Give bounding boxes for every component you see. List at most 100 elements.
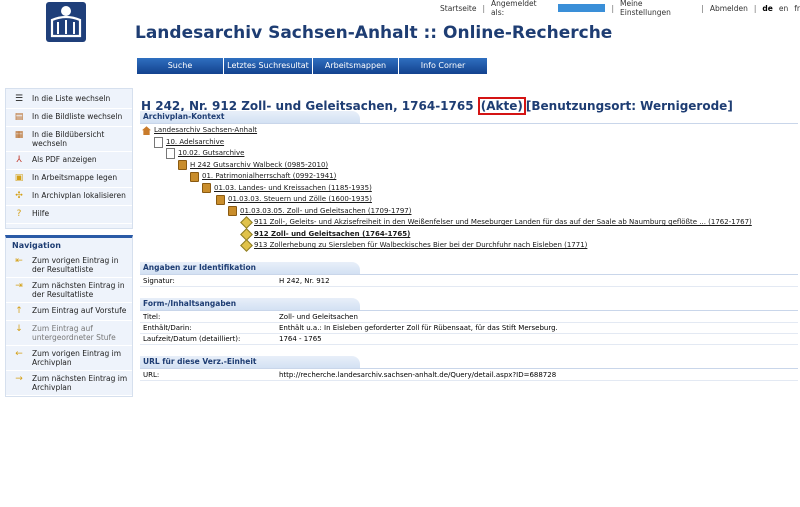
divider xyxy=(140,310,798,311)
field-label: Signatur: xyxy=(143,277,175,285)
folder-icon xyxy=(202,183,211,194)
logout-link[interactable]: Abmelden xyxy=(710,4,748,13)
main-nav: Suche Letztes Suchresultat Arbeitsmappen… xyxy=(137,58,487,74)
identifikation-table: Signatur: H 242, Nr. 912 xyxy=(140,276,798,287)
sidebar-item-arbeitsmappe[interactable]: ▣ In Arbeitsmappe legen xyxy=(6,170,132,188)
list-icon: ☰ xyxy=(14,93,24,104)
actions-section: ☰ In die Liste wechseln ▤ In die Bildlis… xyxy=(5,88,133,229)
tree-node-label[interactable]: 01.03. Landes- und Kreissachen (1185-193… xyxy=(214,183,372,195)
tree-node-label[interactable]: 01.03.03. Steuern und Zölle (1600-1935) xyxy=(228,194,372,206)
next-result-icon: ⇥ xyxy=(15,280,23,291)
record-diamond-icon xyxy=(240,239,253,253)
tree-node-current[interactable]: 912 Zoll- und Geleitsachen (1764-1765) xyxy=(142,227,752,241)
sidebar-item-bildliste[interactable]: ▤ In die Bildliste wechseln xyxy=(6,109,132,127)
tree-node[interactable]: 913 Zollerhebung zu Siersleben für Walbe… xyxy=(142,239,752,253)
tree-node[interactable]: 01.03. Landes- und Kreissachen (1185-193… xyxy=(142,183,752,195)
tree-node-label[interactable]: 911 Zoll-, Geleits- und Akzisefreiheit i… xyxy=(254,217,752,229)
folder-add-icon: ▣ xyxy=(14,172,24,183)
divider xyxy=(140,274,798,275)
inhalt-table: Titel: Zoll- und Geleitsachen Enthält/Da… xyxy=(140,312,798,345)
lang-fr-link[interactable]: fr xyxy=(794,4,800,13)
permalink-url[interactable]: http://recherche.landesarchiv.sachsen-an… xyxy=(279,370,798,380)
divider xyxy=(140,368,798,369)
tree-node[interactable]: Landesarchiv Sachsen-Anhalt xyxy=(142,125,752,137)
tree-node[interactable]: 01.03.03. Steuern und Zölle (1600-1935) xyxy=(142,194,752,206)
document-icon xyxy=(154,136,163,148)
help-icon: ? xyxy=(16,208,22,219)
tree-node[interactable]: 911 Zoll-, Geleits- und Akzisefreiheit i… xyxy=(142,216,752,230)
settings-link[interactable]: Meine Einstellungen xyxy=(620,0,695,17)
separator: | xyxy=(753,3,757,13)
sidebar-item-bilduebersicht[interactable]: ▦ In die Bildübersicht wechseln xyxy=(6,127,132,152)
tree-node[interactable]: 10.02. Gutsarchive xyxy=(142,148,752,160)
tree-node-label[interactable]: 01. Patrimonialherrschaft (0992-1941) xyxy=(202,171,336,183)
image-list-icon: ▤ xyxy=(14,111,24,122)
lang-de-link[interactable]: de xyxy=(762,4,772,13)
nav-info-corner[interactable]: Info Corner xyxy=(399,58,487,74)
nav-next-result[interactable]: ⇥ Zum nächsten Eintrag in der Resultatli… xyxy=(6,278,132,303)
field-label: Titel: xyxy=(143,313,161,321)
tree-node-label[interactable]: 10.02. Gutsarchive xyxy=(178,148,244,160)
locate-icon: ✣ xyxy=(15,190,23,201)
nav-prev-plan[interactable]: ← Zum vorigen Eintrag im Archivplan xyxy=(6,346,132,371)
url-header: URL für diese Verz.-Einheit xyxy=(140,356,360,368)
folder-icon xyxy=(228,206,237,217)
field-label: URL: xyxy=(143,371,160,379)
archive-house-icon xyxy=(142,126,151,136)
separator: | xyxy=(611,3,614,13)
prev-result-icon: ⇤ xyxy=(15,255,23,266)
field-value: 1764 - 1765 xyxy=(279,335,322,343)
tree-node[interactable]: H 242 Gutsarchiv Walbeck (0985-2010) xyxy=(142,160,752,172)
pdf-icon: ⅄ xyxy=(16,154,22,165)
nav-prev-result[interactable]: ⇤ Zum vorigen Eintrag in der Resultatlis… xyxy=(6,253,132,278)
navigation-heading: Navigation xyxy=(12,241,61,250)
tree-node-label[interactable]: H 242 Gutsarchiv Walbeck (0985-2010) xyxy=(190,160,328,172)
sidebar-item-pdf[interactable]: ⅄ Als PDF anzeigen xyxy=(6,152,132,170)
field-label: Laufzeit/Datum (detailliert): xyxy=(143,335,241,343)
nav-arbeitsmappen[interactable]: Arbeitsmappen xyxy=(313,58,399,74)
separator: | xyxy=(482,3,486,13)
url-table: URL: http://recherche.landesarchiv.sachs… xyxy=(140,370,798,381)
field-label: Enthält/Darin: xyxy=(143,324,192,332)
tree-node[interactable]: 10. Adelsarchive xyxy=(142,136,752,149)
sidebar-item-label: Zum vorigen Eintrag im Archivplan xyxy=(32,349,122,367)
record-diamond-icon xyxy=(240,227,253,241)
record-type-highlight: (Akte) xyxy=(477,97,526,115)
sidebar-item-label: Zum Eintrag auf Vorstufe xyxy=(32,306,127,315)
nav-next-plan[interactable]: → Zum nächsten Eintrag im Archivplan xyxy=(6,371,132,396)
image-overview-icon: ▦ xyxy=(14,129,24,140)
sidebar-item-label: In die Bildübersicht wechseln xyxy=(32,130,105,148)
archive-logo-icon[interactable] xyxy=(46,2,86,42)
tree-node-label[interactable]: Landesarchiv Sachsen-Anhalt xyxy=(154,125,257,137)
sidebar-item-liste[interactable]: ☰ In die Liste wechseln xyxy=(6,91,132,109)
sidebar-item-archivplan[interactable]: ✣ In Archivplan lokalisieren xyxy=(6,188,132,206)
document-icon xyxy=(166,148,175,160)
folder-icon xyxy=(190,171,199,182)
identifikation-header: Angaben zur Identifikation xyxy=(140,262,360,274)
logged-in-label: Angemeldet als: xyxy=(491,0,537,17)
tree-node-label[interactable]: 01.03.03.05. Zoll- und Geleitsachen (170… xyxy=(240,206,412,218)
nav-up-level[interactable]: ↑ Zum Eintrag auf Vorstufe xyxy=(6,303,132,321)
tree-node-label[interactable]: 912 Zoll- und Geleitsachen (1764-1765) xyxy=(254,229,410,241)
sidebar-item-label: In Arbeitsmappe legen xyxy=(32,173,118,182)
sidebar-item-label: Zum nächsten Eintrag im Archivplan xyxy=(32,374,128,392)
tree-node-label[interactable]: 913 Zollerhebung zu Siersleben für Walbe… xyxy=(254,240,587,252)
navigation-section: Navigation ⇤ Zum vorigen Eintrag in der … xyxy=(5,235,133,397)
table-row: Laufzeit/Datum (detailliert): 1764 - 176… xyxy=(140,334,798,345)
sidebar-item-label: Zum vorigen Eintrag in der Resultatliste xyxy=(32,256,119,274)
up-level-icon: ↑ xyxy=(15,305,23,316)
nav-suche[interactable]: Suche xyxy=(137,58,224,74)
divider xyxy=(140,123,798,124)
folder-icon xyxy=(216,194,225,205)
nav-letztes-suchresultat[interactable]: Letztes Suchresultat xyxy=(224,58,313,74)
folder-icon xyxy=(178,160,187,171)
app-title: Landesarchiv Sachsen-Anhalt :: Online-Re… xyxy=(135,23,613,43)
tree-node[interactable]: 01. Patrimonialherrschaft (0992-1941) xyxy=(142,171,752,183)
inhalt-header: Form-/Inhaltsangaben xyxy=(140,298,360,310)
lang-en-link[interactable]: en xyxy=(779,4,788,13)
startseite-link[interactable]: Startseite xyxy=(440,4,476,13)
sidebar-item-label: Als PDF anzeigen xyxy=(32,155,97,164)
sidebar-item-hilfe[interactable]: ? Hilfe xyxy=(6,206,132,224)
tree-node-label[interactable]: 10. Adelsarchive xyxy=(166,137,224,149)
tree-node[interactable]: 01.03.03.05. Zoll- und Geleitsachen (170… xyxy=(142,206,752,218)
